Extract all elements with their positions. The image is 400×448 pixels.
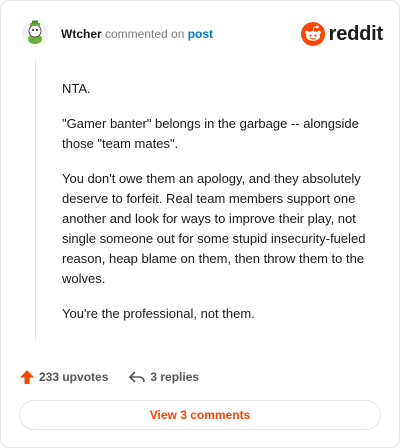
reply-arrow-icon — [129, 371, 146, 383]
thread-line — [35, 59, 36, 341]
username-link[interactable]: Wtcher — [61, 27, 102, 41]
view-comments-button[interactable]: View 3 comments — [19, 400, 381, 430]
action-text: commented on — [101, 27, 188, 41]
comment-paragraph: You don't owe them an apology, and they … — [62, 171, 366, 286]
post-link[interactable]: post — [188, 27, 213, 41]
brand-name: reddit — [328, 22, 384, 45]
comment-actions: 233 upvotes 3 replies — [19, 367, 219, 387]
comment-paragraph: NTA. — [62, 81, 91, 96]
reddit-brand[interactable]: reddit — [300, 21, 384, 47]
upvote-arrow-icon — [20, 370, 34, 384]
comment-header: Wtcher commented on post reddit — [21, 19, 383, 51]
comment-paragraph: You're the professional, not them. — [62, 306, 255, 321]
replies-button[interactable]: 3 replies — [128, 369, 199, 385]
user-avatar-icon[interactable] — [21, 19, 49, 47]
reply-count: 3 replies — [150, 370, 200, 384]
upvote-count: 233 upvotes — [39, 370, 109, 384]
comment-card: Wtcher commented on post reddit NTA. "Ga… — [0, 0, 400, 448]
comment-meta: Wtcher commented on post — [61, 27, 213, 41]
reddit-logo-icon — [300, 22, 325, 46]
upvote-button[interactable]: 233 upvotes — [19, 369, 108, 385]
comment-body: NTA. "Gamer banter" belongs in the garba… — [62, 79, 380, 339]
comment-paragraph: "Gamer banter" belongs in the garbage --… — [62, 116, 359, 151]
